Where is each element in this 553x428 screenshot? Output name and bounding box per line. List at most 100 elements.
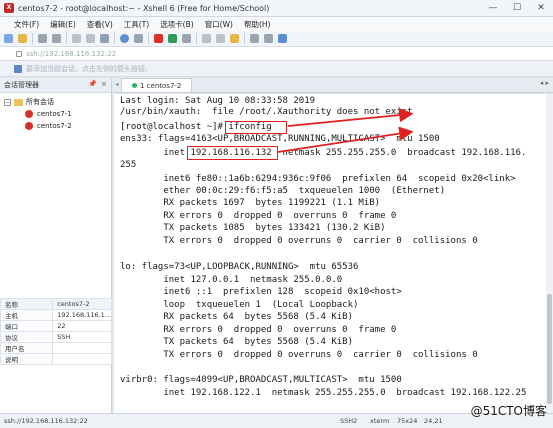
- property-value: 192.168.116.1...: [52, 309, 112, 321]
- font-icon[interactable]: [134, 34, 143, 43]
- menu-tab[interactable]: 选项卡(B): [160, 19, 194, 30]
- script-icon[interactable]: [230, 34, 239, 43]
- maximize-button[interactable]: ☐: [505, 0, 529, 17]
- terminal-line: inet6 ::1 prefixlen 128 scopeid 0x10<hos…: [120, 287, 402, 297]
- watermark: @51CTO博客: [470, 404, 547, 418]
- folder-icon: [14, 98, 23, 106]
- terminal-line: inet6 fe80::1a6b:6294:936c:9f06 prefixle…: [120, 174, 516, 184]
- terminal-line: RX packets 64 bytes 5568 (5.4 KiB): [120, 312, 353, 322]
- arrow-to-ip: [277, 126, 414, 153]
- connected-status-icon: [132, 83, 137, 88]
- menu-tools[interactable]: 工具(T): [124, 19, 149, 30]
- tab-centos7-2[interactable]: 1 centos7-2: [121, 78, 193, 92]
- session-manager-panel: 会话管理器 📌 × − 所有会话 centos7-1 centos7-2 名称 …: [0, 78, 112, 413]
- address-input[interactable]: ssh://192.168.116.132:22: [26, 50, 116, 58]
- window-controls: — ☐ ✕: [481, 0, 553, 17]
- tab-navigation-icon[interactable]: ◂ ▸: [540, 79, 549, 87]
- property-row: 说明: [0, 353, 112, 365]
- collapse-icon[interactable]: −: [4, 98, 11, 106]
- toolbar-separator: [148, 33, 149, 44]
- terminal-line: RX errors 0 dropped 0 overruns 0 frame 0: [120, 325, 397, 335]
- bookmark-icon[interactable]: [14, 64, 22, 73]
- xftp-icon[interactable]: [168, 34, 177, 43]
- new-session-icon[interactable]: [4, 34, 13, 43]
- hint-text: 要添加当前会话，点击左侧的箭头按钮。: [26, 64, 152, 73]
- window-titlebar: X centos7-2 - root@localhost:~ - Xshell …: [0, 0, 553, 17]
- session-item-centos7-2[interactable]: centos7-2: [0, 120, 111, 132]
- session-manager-title: 会话管理器: [4, 81, 39, 89]
- property-key: 用户名: [0, 342, 54, 354]
- xshell-app-icon: X: [4, 3, 14, 13]
- minimize-button[interactable]: —: [481, 0, 505, 17]
- globe-icon[interactable]: [120, 34, 129, 43]
- xshell-icon[interactable]: [154, 34, 163, 43]
- menu-help[interactable]: 帮助(H): [244, 19, 271, 30]
- terminal-line: TX packets 64 bytes 5568 (5.4 KiB): [120, 337, 353, 347]
- help-icon[interactable]: [278, 34, 287, 43]
- property-value: 22: [52, 320, 112, 332]
- session-icon: [25, 122, 33, 130]
- menu-edit[interactable]: 编辑(E): [50, 19, 76, 30]
- terminal-scrollbar[interactable]: [546, 94, 553, 413]
- connect-icon[interactable]: [38, 34, 47, 43]
- toolbar-separator: [66, 33, 67, 44]
- status-protocol: SSH2: [340, 417, 358, 425]
- hint-bar: 要添加当前会话，点击左侧的箭头按钮。: [0, 61, 553, 77]
- toolbar-separator: [244, 33, 245, 44]
- copy-icon[interactable]: [72, 34, 81, 43]
- terminal-line: lo: flags=73<UP,LOOPBACK,RUNNING> mtu 65…: [120, 262, 359, 272]
- tree-root-label: 所有会话: [26, 98, 54, 106]
- ip-address-highlight-box: [187, 146, 278, 160]
- property-row: 协议 SSH: [0, 331, 112, 343]
- menu-view[interactable]: 查看(V): [87, 19, 113, 30]
- find-icon[interactable]: [100, 34, 109, 43]
- session-manager-header: 会话管理器 📌 ×: [0, 78, 111, 93]
- terminal-line: 255: [120, 160, 137, 170]
- disconnect-icon[interactable]: [52, 34, 61, 43]
- terminal-line: RX packets 1697 bytes 1199221 (1.1 MiB): [120, 198, 381, 208]
- session-properties: 名称 centos7-2 主机 192.168.116.1... 端口 22 协…: [0, 298, 112, 365]
- property-row: 名称 centos7-2: [0, 298, 112, 310]
- fullscreen-icon[interactable]: [264, 34, 273, 43]
- property-row: 主机 192.168.116.1...: [0, 309, 112, 321]
- terminal-line: TX packets 1085 bytes 133421 (130.2 KiB): [120, 223, 386, 233]
- terminal-line: inet 192.168.122.1 netmask 255.255.255.0…: [120, 388, 527, 398]
- tree-root-all-sessions[interactable]: − 所有会话: [0, 96, 111, 108]
- tab-bar: ◂ 1 centos7-2 ◂ ▸: [113, 78, 553, 93]
- close-panel-icon[interactable]: ×: [101, 80, 107, 88]
- paste-icon[interactable]: [86, 34, 95, 43]
- property-key: 说明: [0, 353, 54, 365]
- terminal-output[interactable]: Last login: Sat Aug 10 08:33:58 2019 /us…: [114, 94, 546, 413]
- menu-window[interactable]: 窗口(W): [205, 19, 233, 30]
- property-row: 端口 22: [0, 320, 112, 332]
- transfer-icon[interactable]: [182, 34, 191, 43]
- tab-label: 1 centos7-2: [140, 81, 182, 90]
- window-title: centos7-2 - root@localhost:~ - Xshell 6 …: [18, 3, 270, 13]
- close-window-button[interactable]: ✕: [529, 0, 553, 17]
- session-tree: − 所有会话 centos7-1 centos7-2: [0, 93, 111, 132]
- lock-icon[interactable]: [202, 34, 211, 43]
- tab-scroll-left-icon[interactable]: ◂: [113, 77, 121, 92]
- scrollbar-thumb[interactable]: [547, 294, 552, 404]
- session-item-centos7-1[interactable]: centos7-1: [0, 108, 111, 120]
- terminal-line: TX errors 0 dropped 0 overruns 0 carrier…: [120, 236, 478, 246]
- pin-icon[interactable]: 📌: [88, 80, 97, 88]
- annotation-arrows: [277, 107, 414, 153]
- layout-icon[interactable]: [250, 34, 259, 43]
- menu-bar: 文件(F) 编辑(E) 查看(V) 工具(T) 选项卡(B) 窗口(W) 帮助(…: [0, 17, 553, 31]
- toolbar-separator: [196, 33, 197, 44]
- session-label: centos7-2: [37, 122, 72, 130]
- status-terminal-size: 75x24: [397, 417, 418, 425]
- arrow-to-ifconfig: [287, 107, 414, 127]
- menu-file[interactable]: 文件(F): [14, 19, 39, 30]
- property-value: [52, 353, 112, 365]
- property-value: [52, 342, 112, 354]
- property-value: centos7-2: [52, 298, 112, 310]
- open-folder-icon[interactable]: [18, 34, 27, 43]
- property-value: SSH: [52, 331, 112, 343]
- toolbar-separator: [114, 33, 115, 44]
- keyboard-icon[interactable]: [216, 34, 225, 43]
- session-label: centos7-1: [37, 110, 72, 118]
- address-bar[interactable]: ssh://192.168.116.132:22: [0, 47, 553, 61]
- status-cursor-position: 24,21: [424, 417, 443, 425]
